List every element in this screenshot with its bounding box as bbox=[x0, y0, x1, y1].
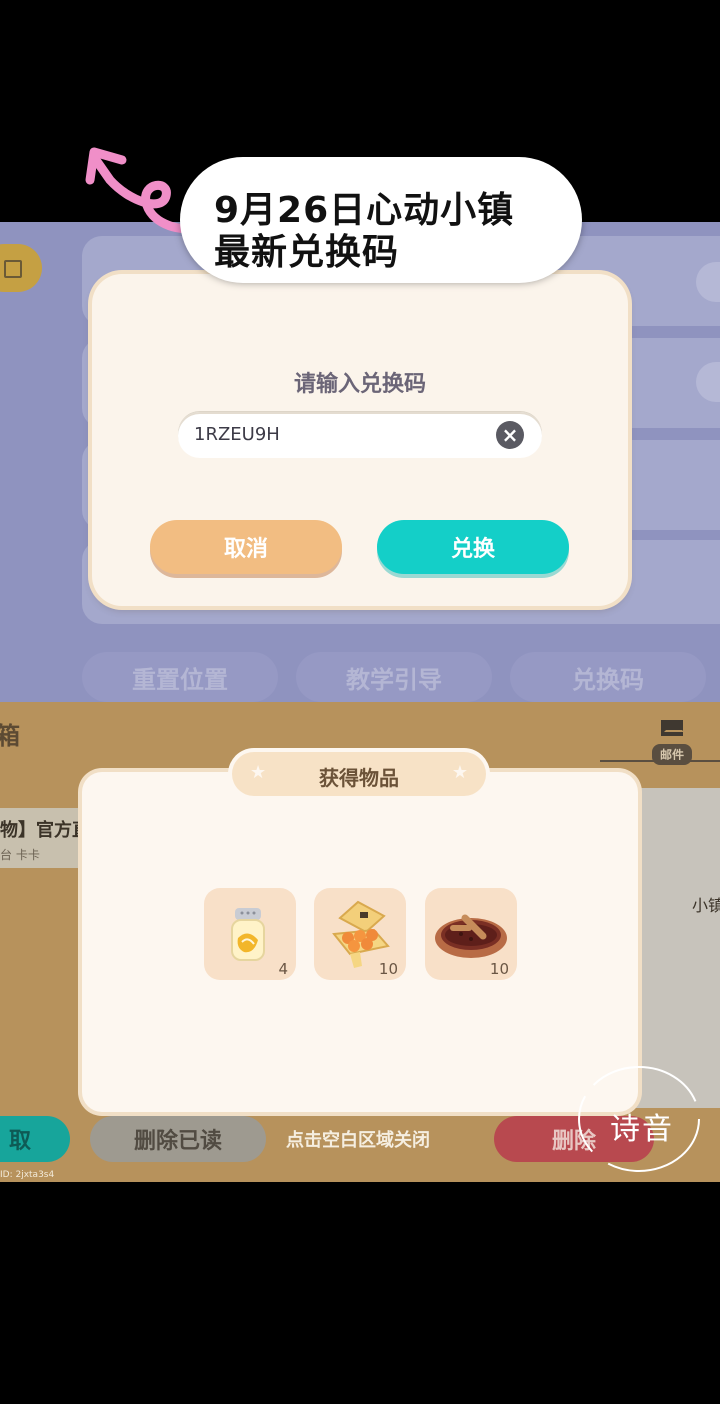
mail-item-sender: 台 卡卡 bbox=[0, 848, 40, 862]
mail-list-item[interactable]: 物】官方直 台 卡卡 bbox=[0, 808, 90, 868]
title-banner: 9月26日心动小镇 最新兑换码 bbox=[180, 157, 582, 283]
items-dialog-title: 获得物品 bbox=[319, 766, 399, 790]
banner-line-2: 最新兑换码 bbox=[214, 232, 400, 273]
mailbox-title: 箱 bbox=[0, 722, 20, 750]
reward-item-slot[interactable]: 10 bbox=[425, 888, 517, 980]
items-obtained-dialog: ★ 获得物品 ★ 4 10 10 bbox=[82, 752, 638, 1112]
dialog-title: 请输入兑换码 bbox=[293, 372, 426, 397]
reward-item-slot[interactable]: 10 bbox=[314, 888, 406, 980]
reward-item-slot[interactable]: 4 bbox=[204, 888, 296, 980]
items-dialog-header: ★ 获得物品 ★ bbox=[232, 752, 486, 796]
watermark-text: 诗音 bbox=[610, 1112, 674, 1147]
menu-chip bbox=[0, 244, 42, 292]
clear-input-icon[interactable]: × bbox=[496, 421, 524, 449]
cancel-button[interactable]: 取消 bbox=[150, 520, 342, 574]
tutorial-guide-button: 教学引导 bbox=[296, 652, 492, 702]
mail-item-title: 物】官方直 bbox=[0, 820, 90, 841]
watermark: 诗音 bbox=[576, 1064, 702, 1174]
star-icon: ★ bbox=[451, 762, 468, 783]
envelope-icon bbox=[661, 720, 684, 736]
redeem-code-dialog: 请输入兑换码 1RZEU9H × 取消 兑换 bbox=[92, 274, 628, 606]
reward-item-quantity: 10 bbox=[489, 960, 509, 978]
settings-toggle bbox=[696, 362, 720, 402]
redeem-button[interactable]: 兑换 bbox=[377, 520, 569, 574]
tap-to-close-hint: 点击空白区域关闭 bbox=[286, 1130, 430, 1151]
reset-position-button: 重置位置 bbox=[82, 652, 278, 702]
redeem-code-input[interactable]: 1RZEU9H × bbox=[178, 412, 542, 458]
claim-button[interactable]: 取 bbox=[0, 1116, 70, 1162]
redeem-code-value: 1RZEU9H bbox=[194, 424, 280, 445]
tab-underline bbox=[600, 760, 720, 762]
settings-toggle bbox=[696, 262, 720, 302]
user-id-text: ID: 2jxta3s4 bbox=[0, 1170, 55, 1180]
reward-item-quantity: 10 bbox=[378, 960, 398, 978]
delete-read-button[interactable]: 删除已读 bbox=[90, 1116, 266, 1162]
reward-item-quantity: 4 bbox=[278, 960, 288, 978]
redeem-code-button: 兑换码 bbox=[510, 652, 706, 702]
list-icon bbox=[4, 260, 22, 278]
mail-content-text: 小镇 bbox=[692, 896, 720, 915]
